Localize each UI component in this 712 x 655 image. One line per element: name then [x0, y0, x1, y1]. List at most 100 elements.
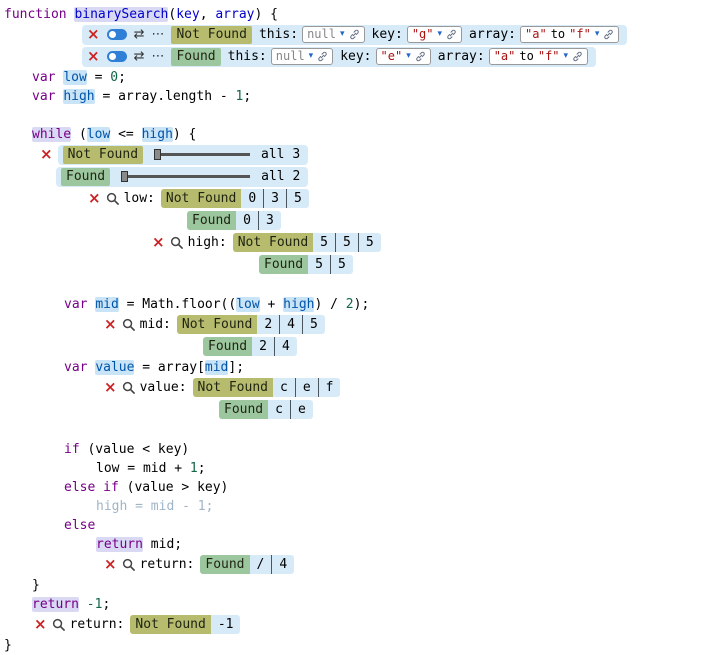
log-row: Found55	[259, 254, 710, 275]
code-line: function binarySearch(key, array) {	[4, 5, 710, 24]
value-cell[interactable]: 4	[274, 337, 297, 356]
value-cell[interactable]: c	[268, 400, 290, 419]
link-icon[interactable]	[349, 29, 360, 40]
value-cell[interactable]: 0	[241, 189, 263, 208]
code-token[interactable]: low	[63, 70, 86, 85]
more-options-icon[interactable]: ⋯	[151, 50, 164, 63]
invocation-slider[interactable]	[154, 153, 250, 156]
close-button[interactable]: ×	[152, 235, 165, 250]
array-dropdown[interactable]: "a" to "f"▾	[520, 26, 619, 43]
code-token: var	[64, 360, 95, 375]
code-token: mid;	[143, 537, 182, 552]
code-line: }	[4, 576, 710, 595]
code-token	[95, 480, 103, 495]
link-icon[interactable]	[603, 29, 614, 40]
value-cell[interactable]: 4	[271, 555, 294, 574]
close-button[interactable]: ×	[88, 191, 101, 206]
code-token[interactable]: high	[63, 89, 94, 104]
log-values: Not Found-1	[130, 615, 240, 634]
this-dropdown[interactable]: null▾	[271, 48, 333, 65]
value-cells: 03	[236, 211, 281, 230]
invocation-slider[interactable]	[121, 175, 250, 178]
code-token[interactable]: binarySearch	[74, 7, 168, 22]
slider-row: Foundall 2	[56, 166, 710, 187]
dropdown-value: "f"	[569, 27, 591, 42]
code-token: }	[32, 578, 40, 593]
link-icon[interactable]	[572, 51, 583, 62]
value-cell[interactable]: 5	[358, 233, 381, 252]
code-token[interactable]: return	[32, 597, 79, 612]
value-cell[interactable]: e	[290, 400, 313, 419]
this-dropdown[interactable]: null▾	[302, 26, 364, 43]
code-token[interactable]: mid	[205, 360, 228, 375]
found-badge: Found	[219, 400, 268, 419]
log-values: Found24	[203, 337, 297, 356]
code-token: (	[71, 127, 87, 142]
key-dropdown[interactable]: "e"▾	[376, 48, 431, 65]
value-cell[interactable]: -1	[211, 615, 241, 634]
key-dropdown[interactable]: "g"▾	[407, 26, 462, 43]
close-button[interactable]: ×	[34, 617, 47, 632]
code-token: +	[260, 297, 283, 312]
close-button[interactable]: ×	[40, 147, 53, 162]
this-field: this:null▾	[259, 26, 365, 43]
value-cell[interactable]: 5	[313, 233, 335, 252]
code-token: 1	[190, 461, 198, 476]
value-cell[interactable]: 4	[279, 315, 302, 334]
swap-arrows-icon[interactable]: ⇄	[134, 50, 145, 63]
value-cell[interactable]: 5	[308, 255, 330, 274]
link-icon[interactable]	[446, 29, 457, 40]
code-token[interactable]: value	[95, 360, 134, 375]
value-cell[interactable]: f	[318, 378, 341, 397]
close-button[interactable]: ×	[87, 27, 100, 42]
value-cell[interactable]: 5	[330, 255, 353, 274]
magnifier-icon[interactable]	[170, 236, 183, 249]
dropdown-value: "f"	[538, 49, 560, 64]
link-icon[interactable]	[415, 51, 426, 62]
code-token[interactable]: while	[32, 127, 71, 142]
value-cell[interactable]: c	[273, 378, 295, 397]
code-token[interactable]: return	[96, 537, 143, 552]
close-button[interactable]: ×	[104, 380, 117, 395]
close-button[interactable]: ×	[104, 317, 117, 332]
found-badge[interactable]: Found	[171, 48, 220, 66]
toggle-switch[interactable]	[107, 51, 127, 62]
code-token[interactable]: high	[142, 127, 173, 142]
value-cell[interactable]: 5	[286, 189, 309, 208]
log-label: return:	[140, 557, 195, 572]
swap-arrows-icon[interactable]: ⇄	[134, 28, 145, 41]
value-cell[interactable]: e	[295, 378, 318, 397]
value-cell[interactable]: 0	[236, 211, 258, 230]
more-options-icon[interactable]: ⋯	[151, 28, 164, 41]
not-found-badge[interactable]: Not Found	[171, 26, 251, 44]
value-cell[interactable]: 2	[252, 337, 274, 356]
magnifier-icon[interactable]	[122, 381, 135, 394]
toggle-switch[interactable]	[107, 29, 127, 40]
close-button[interactable]: ×	[104, 557, 117, 572]
value-cell[interactable]: /	[250, 555, 272, 574]
value-cell[interactable]: 5	[302, 315, 325, 334]
magnifier-icon[interactable]	[106, 192, 119, 205]
array-dropdown[interactable]: "a" to "f"▾	[489, 48, 588, 65]
magnifier-icon[interactable]	[122, 558, 135, 571]
code-token[interactable]: low	[87, 127, 110, 142]
value-cells: -1	[211, 615, 241, 634]
code-token: ) {	[254, 7, 277, 22]
code-token[interactable]: high	[283, 297, 314, 312]
invocation-widget: ×⇄⋯Foundthis:null▾key:"e"▾array:"a" to "…	[82, 47, 596, 67]
link-icon[interactable]	[317, 51, 328, 62]
value-cell[interactable]: 5	[335, 233, 358, 252]
magnifier-icon[interactable]	[122, 318, 135, 331]
value-cell[interactable]: 3	[258, 211, 281, 230]
value-cell[interactable]: 3	[263, 189, 286, 208]
not-found-badge: Not Found	[63, 146, 143, 164]
value-cells: 24	[252, 337, 297, 356]
value-cell[interactable]: 2	[257, 315, 279, 334]
slider-handle[interactable]	[121, 171, 128, 182]
code-token[interactable]: mid	[95, 297, 118, 312]
code-token[interactable]: low	[236, 297, 259, 312]
code-line: var high = array.length - 1;	[4, 87, 710, 106]
slider-handle[interactable]	[154, 149, 161, 160]
close-button[interactable]: ×	[87, 49, 100, 64]
value-cells: /4	[250, 555, 295, 574]
